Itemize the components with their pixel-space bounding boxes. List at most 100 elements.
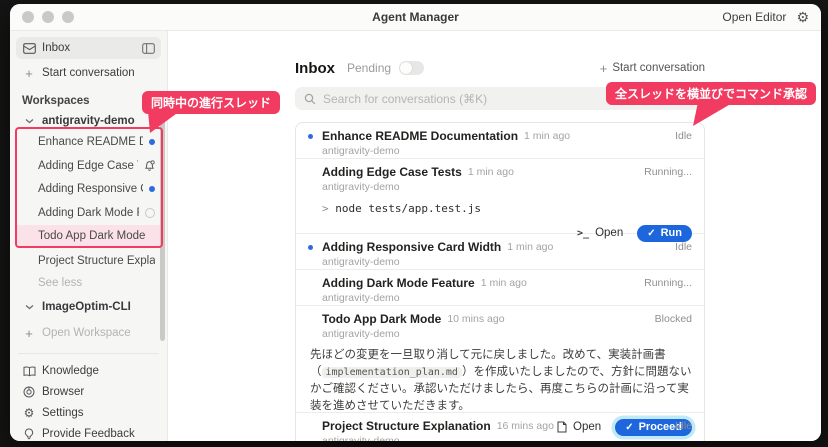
sidebar-thread-edge-case-tests[interactable]: Adding Edge Case Tests bbox=[16, 155, 161, 177]
sidebar-see-less[interactable]: See less bbox=[16, 272, 161, 293]
thread-label: Adding Responsive Car... bbox=[38, 183, 143, 195]
traffic-lights bbox=[22, 11, 74, 23]
sidebar-thread-project-structure[interactable]: Project Structure Expla... bbox=[16, 250, 161, 271]
workspace-imageoptim-cli[interactable]: ImageOptim-CLI bbox=[16, 297, 161, 317]
item-title: Enhance README Documentation bbox=[322, 129, 518, 143]
status-badge: Running... bbox=[644, 276, 692, 290]
chevron-down-icon bbox=[22, 118, 36, 124]
lightbulb-icon bbox=[22, 428, 36, 441]
unread-dot-icon bbox=[149, 186, 155, 192]
item-time: 1 min ago bbox=[481, 276, 527, 290]
sidebar-thread-dark-mode-feature[interactable]: Adding Dark Mode Feat... bbox=[16, 202, 161, 224]
pending-filter-label: Pending bbox=[347, 61, 391, 75]
sidebar-start-conversation[interactable]: + Start conversation bbox=[16, 62, 161, 84]
list-item-todo-dark-mode[interactable]: Todo App Dark Mode 10 mins ago Blocked a… bbox=[296, 306, 704, 413]
workspaces-section-header: Workspaces bbox=[16, 93, 161, 109]
thread-label: Todo App Dark Mode bbox=[38, 230, 155, 242]
close-window-button[interactable] bbox=[22, 11, 34, 23]
start-conversation-button[interactable]: + Start conversation bbox=[600, 61, 705, 76]
inbox-envelope-icon bbox=[22, 43, 36, 54]
pending-command: > node tests/app.test.js bbox=[322, 201, 692, 216]
start-conversation-label: Start conversation bbox=[612, 62, 705, 74]
window-title: Agent Manager bbox=[10, 10, 821, 24]
inbox-label: Inbox bbox=[42, 42, 135, 54]
book-icon bbox=[22, 366, 36, 377]
item-time: 1 min ago bbox=[468, 165, 514, 179]
start-conversation-label: Start conversation bbox=[42, 67, 155, 79]
unread-dot-icon bbox=[308, 245, 313, 250]
item-time: 1 min ago bbox=[507, 240, 553, 254]
plus-icon: + bbox=[22, 66, 36, 81]
zoom-window-button[interactable] bbox=[62, 11, 74, 23]
item-title: Adding Dark Mode Feature bbox=[322, 276, 475, 290]
item-title: Adding Responsive Card Width bbox=[322, 240, 501, 254]
sidebar-item-settings[interactable]: ⚙ Settings bbox=[16, 403, 161, 423]
sidebar-scrollbar[interactable] bbox=[160, 101, 165, 341]
item-time: 1 min ago bbox=[524, 129, 570, 143]
list-item-edge-case-tests[interactable]: Adding Edge Case Tests 1 min ago Running… bbox=[296, 159, 704, 234]
command-text: node tests/app.test.js bbox=[335, 202, 481, 215]
item-title: Todo App Dark Mode bbox=[322, 312, 441, 326]
toggle-knob bbox=[400, 62, 412, 74]
workspace-antigravity-demo[interactable]: antigravity-demo bbox=[16, 112, 161, 130]
knowledge-label: Knowledge bbox=[42, 365, 155, 377]
notification-bell-icon bbox=[144, 160, 155, 172]
sidebar-thread-responsive-card[interactable]: Adding Responsive Car... bbox=[16, 178, 161, 200]
annotation-main-callout: 全スレッドを横並びでコマンド承認 bbox=[606, 82, 816, 105]
see-less-label: See less bbox=[38, 277, 155, 289]
plus-icon: + bbox=[22, 326, 36, 341]
gear-icon: ⚙ bbox=[22, 407, 36, 419]
item-title: Project Structure Explanation bbox=[322, 419, 491, 433]
status-badge: Blocked bbox=[655, 312, 692, 326]
search-icon bbox=[304, 93, 316, 105]
item-title: Adding Edge Case Tests bbox=[322, 165, 462, 179]
item-time: 16 mins ago bbox=[497, 419, 554, 433]
unread-dot-icon bbox=[149, 139, 155, 145]
sidebar-thread-enhance-readme[interactable]: Enhance README Docu... bbox=[16, 131, 161, 153]
item-workspace: antigravity-demo bbox=[322, 435, 692, 441]
item-time: 10 mins ago bbox=[447, 312, 504, 326]
annotation-sidebar-callout: 同時中の進行スレッド bbox=[142, 91, 280, 114]
annotation-main-callout-tail bbox=[688, 102, 738, 128]
status-badge: Idle bbox=[675, 419, 692, 433]
list-item-responsive-card[interactable]: Adding Responsive Card Width 1 min ago I… bbox=[296, 234, 704, 270]
workspace-name: antigravity-demo bbox=[42, 115, 155, 127]
list-item-enhance-readme[interactable]: Enhance README Documentation 1 min ago I… bbox=[296, 123, 704, 159]
inline-code-filename: implementation_plan.md bbox=[322, 367, 462, 378]
workspace-name: ImageOptim-CLI bbox=[42, 301, 155, 313]
app-window: Agent Manager Open Editor ⚙ Inbox + Star… bbox=[10, 4, 821, 441]
status-badge: Running... bbox=[644, 165, 692, 179]
item-workspace: antigravity-demo bbox=[322, 328, 692, 341]
prompt-icon: > bbox=[322, 202, 329, 215]
item-workspace: antigravity-demo bbox=[322, 256, 692, 269]
thread-label: Enhance README Docu... bbox=[38, 136, 143, 148]
browser-globe-icon bbox=[22, 386, 36, 398]
sidebar-item-provide-feedback[interactable]: Provide Feedback bbox=[16, 424, 161, 441]
agent-message: 先ほどの変更を一旦取り消して元に戻しました。改めて、実装計画書（implemen… bbox=[310, 347, 692, 414]
workspaces-label: Workspaces bbox=[22, 95, 90, 107]
thread-label: Adding Dark Mode Feat... bbox=[38, 207, 139, 219]
chevron-down-icon bbox=[22, 304, 36, 310]
unread-dot-icon bbox=[308, 134, 313, 139]
sidebar-open-workspace[interactable]: + Open Workspace bbox=[16, 323, 161, 343]
open-workspace-label: Open Workspace bbox=[42, 327, 155, 339]
settings-label: Settings bbox=[42, 407, 155, 419]
list-item-project-structure[interactable]: Project Structure Explanation 16 mins ag… bbox=[296, 413, 704, 441]
pending-toggle[interactable] bbox=[399, 61, 424, 75]
status-badge: Idle bbox=[675, 240, 692, 254]
sidebar-item-browser[interactable]: Browser bbox=[16, 382, 161, 402]
item-workspace: antigravity-demo bbox=[322, 181, 692, 194]
sidebar-divider bbox=[18, 353, 159, 354]
collapse-sidebar-icon[interactable] bbox=[141, 43, 155, 54]
open-editor-button[interactable]: Open Editor bbox=[722, 10, 786, 24]
titlebar: Agent Manager Open Editor ⚙ bbox=[10, 4, 821, 31]
inbox-heading: Inbox bbox=[295, 60, 335, 77]
minimize-window-button[interactable] bbox=[42, 11, 54, 23]
list-item-dark-mode-feature[interactable]: Adding Dark Mode Feature 1 min ago Runni… bbox=[296, 270, 704, 306]
sidebar-thread-todo-dark-mode[interactable]: Todo App Dark Mode bbox=[16, 225, 161, 246]
progress-ring-icon bbox=[145, 208, 155, 218]
conversation-list: Enhance README Documentation 1 min ago I… bbox=[295, 122, 705, 441]
settings-gear-icon[interactable]: ⚙ bbox=[796, 10, 809, 24]
sidebar-item-knowledge[interactable]: Knowledge bbox=[16, 361, 161, 381]
sidebar-item-inbox[interactable]: Inbox bbox=[16, 37, 161, 59]
